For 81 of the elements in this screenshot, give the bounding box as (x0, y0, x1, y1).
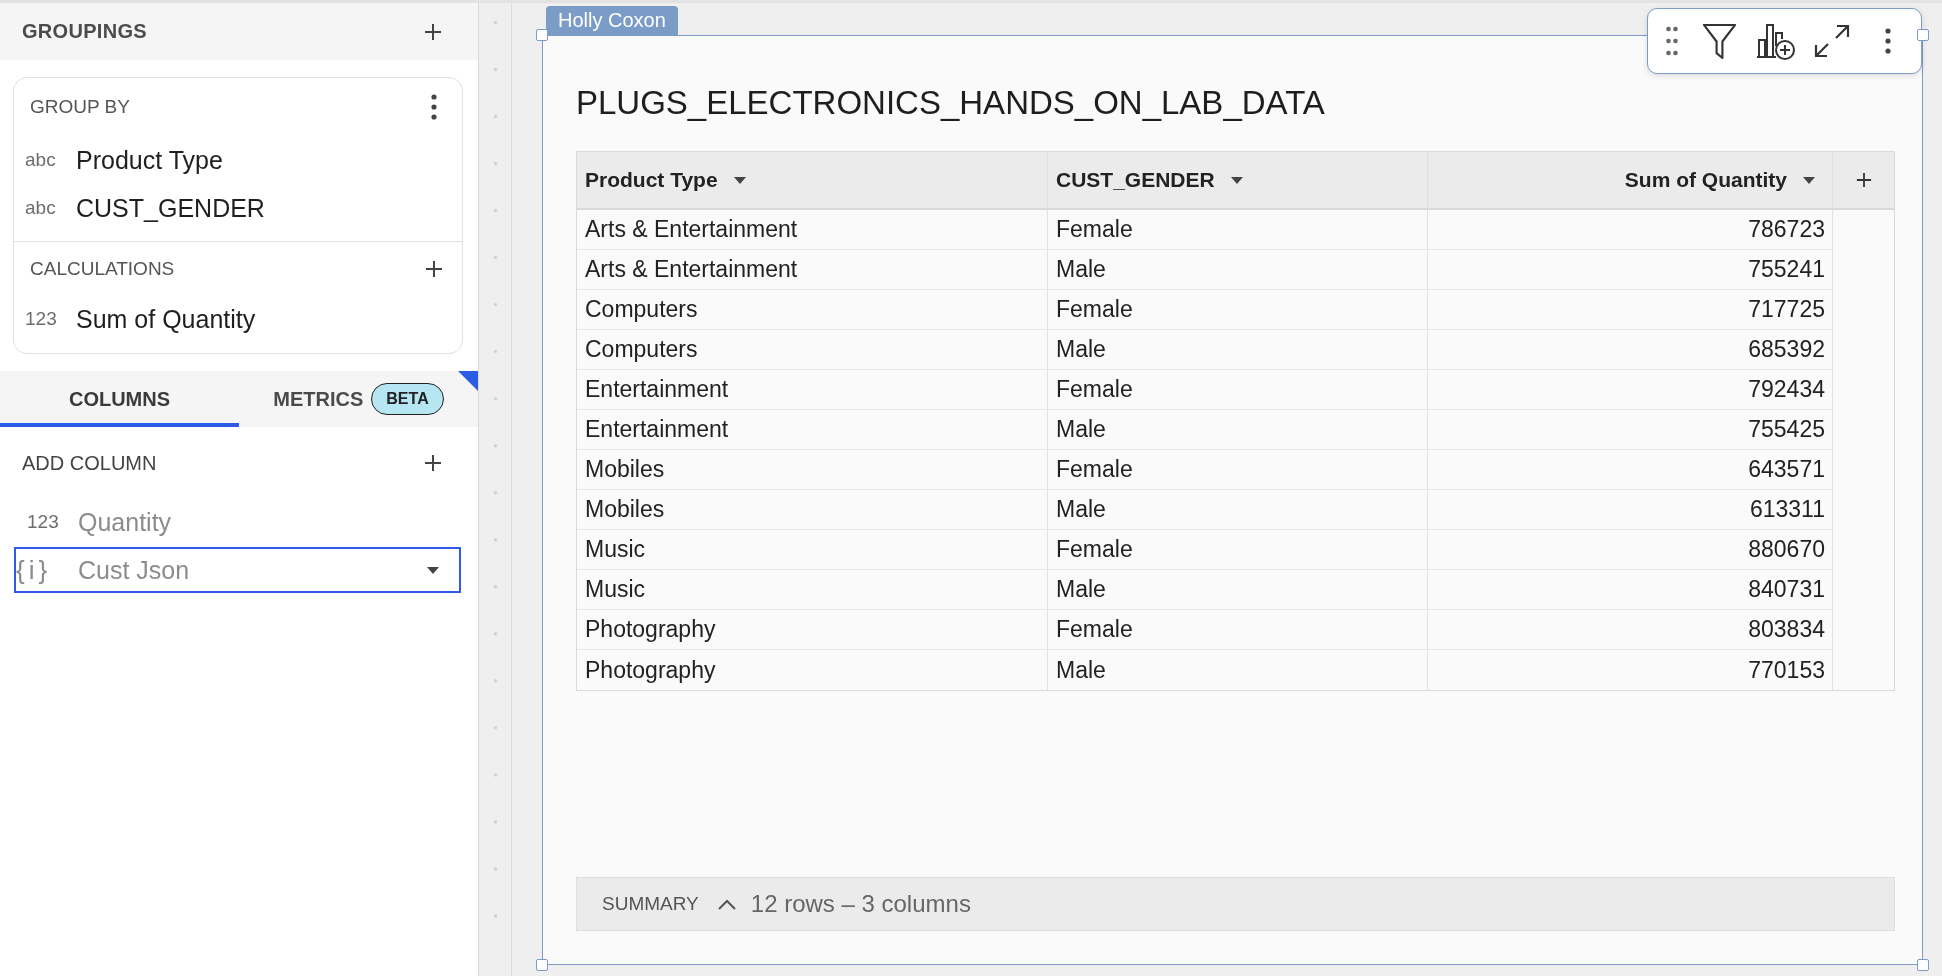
plus-icon[interactable] (424, 22, 442, 41)
type-label: abc (25, 149, 57, 171)
table-cell: Female (1048, 610, 1428, 650)
table-cell: Music (577, 530, 1048, 570)
table-cell: Female (1048, 290, 1428, 330)
type-label: 123 (25, 308, 58, 330)
table-cell: Male (1048, 410, 1428, 450)
table-cell: Mobiles (577, 490, 1048, 530)
table-cell: 685392 (1428, 330, 1833, 370)
caret-icon[interactable] (1803, 176, 1815, 184)
column-header[interactable]: Product Type (577, 152, 1048, 210)
table-cell: 840731 (1428, 570, 1833, 610)
column-header[interactable]: Sum of Quantity (1428, 152, 1833, 210)
element-title: PLUGS_ELECTRONICS_HANDS_ON_LAB_DATA (576, 83, 1325, 123)
type-label: 123 (27, 511, 60, 533)
corner-marker-icon (458, 371, 478, 391)
resize-handle[interactable] (536, 959, 548, 971)
table-cell: Arts & Entertainment (577, 250, 1048, 290)
beta-badge: BETA (371, 383, 444, 415)
caret-icon[interactable] (733, 176, 746, 184)
table-cell: Female (1048, 210, 1428, 250)
caret-icon[interactable] (1230, 176, 1243, 184)
table-cell: Male (1048, 250, 1428, 290)
summary-text: 12 rows – 3 columns (750, 890, 971, 918)
table-cell: 643571 (1428, 450, 1833, 490)
author-tag: Holly Coxon (546, 6, 678, 35)
type-label: abc (25, 197, 57, 219)
table-cell: 770153 (1428, 650, 1833, 690)
caret-icon[interactable] (427, 566, 439, 574)
section-title: GROUP BY (30, 96, 130, 118)
table-cell: Photography (577, 610, 1048, 650)
table-cell: Computers (577, 290, 1048, 330)
tab[interactable]: COLUMNS (0, 371, 239, 427)
section-title: GROUPINGS (22, 20, 147, 43)
table-cell: 755425 (1428, 410, 1833, 450)
field-name: Quantity (78, 507, 172, 537)
table-cell: Entertainment (577, 370, 1048, 410)
plus-icon[interactable] (1855, 172, 1872, 188)
table-cell: Mobiles (577, 450, 1048, 490)
table-cell: Entertainment (577, 410, 1048, 450)
plus-icon[interactable] (424, 454, 442, 472)
tab[interactable]: METRICS BETA (239, 371, 478, 427)
table-cell: Male (1048, 490, 1428, 530)
table-cell: Male (1048, 330, 1428, 370)
table-cell: 880670 (1428, 530, 1833, 570)
field-name: Cust Json (78, 555, 190, 585)
table-cell: Music (577, 570, 1048, 610)
table-cell: 717725 (1428, 290, 1833, 330)
summary-toggle[interactable]: SUMMARY (602, 893, 699, 915)
table-cell: 613311 (1428, 490, 1833, 530)
table-cell: Male (1048, 650, 1428, 690)
table-cell: Female (1048, 530, 1428, 570)
table-cell: 792434 (1428, 370, 1833, 410)
drag-handle-icon[interactable] (1666, 26, 1678, 56)
table-cell: 803834 (1428, 610, 1833, 650)
expand-icon[interactable] (1813, 23, 1851, 59)
column-header[interactable]: CUST_GENDER (1048, 152, 1428, 210)
table-cell: Arts & Entertainment (577, 210, 1048, 250)
table-cell: Photography (577, 650, 1048, 690)
table-cell: Computers (577, 330, 1048, 370)
filter-icon[interactable] (1702, 22, 1737, 60)
field-name[interactable]: Product Type (76, 145, 223, 175)
table-cell: Female (1048, 370, 1428, 410)
more-icon[interactable] (431, 94, 437, 120)
resize-handle[interactable] (536, 29, 548, 41)
field-name[interactable]: CUST_GENDER (76, 193, 265, 223)
field-name[interactable]: Sum of Quantity (76, 304, 256, 334)
section-title: CALCULATIONS (30, 258, 175, 280)
resize-handle[interactable] (1917, 959, 1929, 971)
column-item[interactable]: 123 Quantity (0, 499, 478, 545)
section-title: ADD COLUMN (22, 451, 157, 475)
resize-handle[interactable] (1917, 29, 1929, 41)
type-label: {i} (16, 554, 53, 586)
add-chart-icon[interactable] (1756, 22, 1796, 60)
more-icon[interactable] (1885, 28, 1891, 54)
table-cell: 755241 (1428, 250, 1833, 290)
table-cell: Male (1048, 570, 1428, 610)
table-cell: 786723 (1428, 210, 1833, 250)
plus-icon[interactable] (425, 260, 443, 278)
table-cell: Female (1048, 450, 1428, 490)
caret-up-icon[interactable] (717, 898, 736, 910)
